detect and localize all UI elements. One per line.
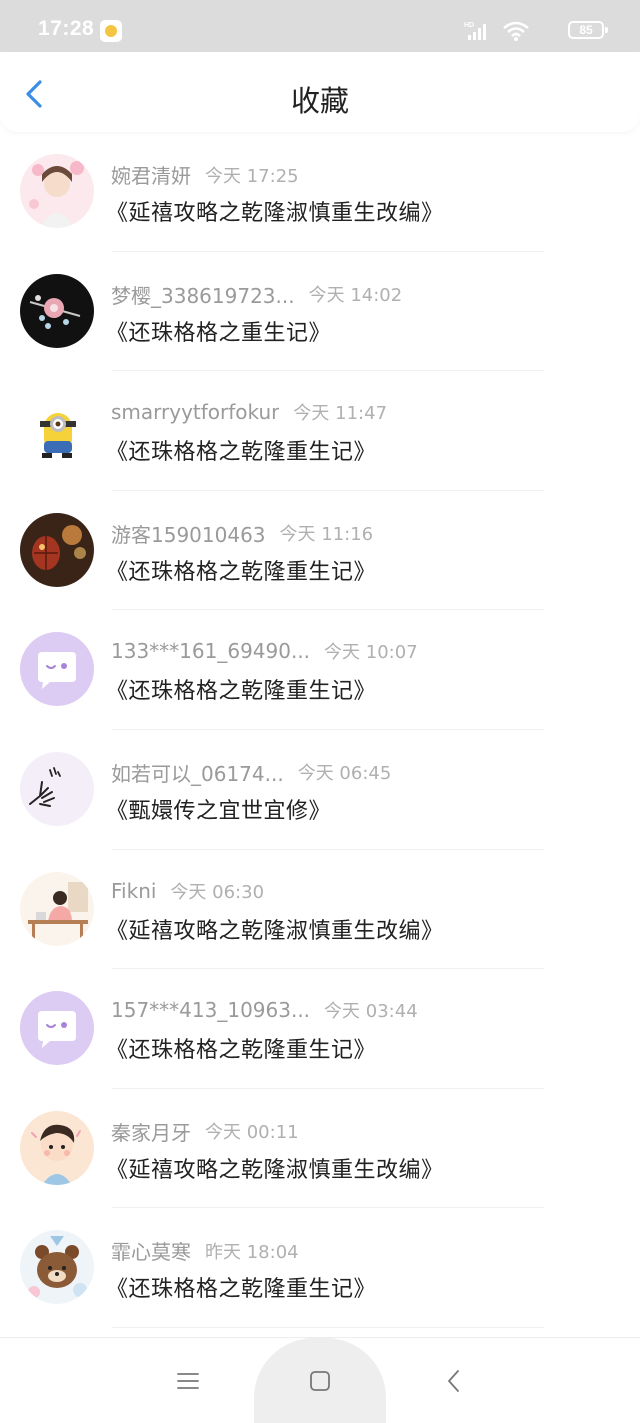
- header: 收藏: [0, 52, 640, 132]
- avatar[interactable]: [20, 991, 94, 1066]
- item-meta: 133***161_69490... 今天 10:07: [111, 638, 418, 666]
- book-title: 《延禧攻略之乾隆淑慎重生改编》: [106, 918, 444, 944]
- timestamp: 今天 00:11: [205, 1122, 299, 1144]
- list-item[interactable]: smarryytforfokur 今天 11:47 《还珠格格之乾隆重生记》: [0, 371, 640, 491]
- list-item[interactable]: 157***413_10963... 今天 03:44 《还珠格格之乾隆重生记》: [0, 969, 640, 1089]
- avatar[interactable]: [20, 1230, 94, 1305]
- home-icon: [310, 1371, 330, 1391]
- brown-bear-icon: [20, 1230, 94, 1305]
- username: 秦家月牙: [111, 1120, 191, 1145]
- status-time: 17:28: [38, 17, 95, 40]
- list-item[interactable]: Fikni 今天 06:30 《延禧攻略之乾隆淑慎重生改编》: [0, 850, 640, 970]
- item-meta: 游客159010463 今天 11:16: [111, 519, 373, 547]
- username: 游客159010463: [111, 522, 266, 547]
- timestamp: 今天 17:25: [205, 165, 299, 187]
- list-item[interactable]: 婉君清妍 今天 17:25 《延禧攻略之乾隆淑慎重生改编》: [0, 132, 640, 252]
- default-chat-icon: [20, 991, 94, 1066]
- item-meta: Fikni 今天 06:30: [111, 878, 264, 906]
- list-item[interactable]: 秦家月牙 今天 00:11 《延禧攻略之乾隆淑慎重生改编》: [0, 1089, 640, 1209]
- avatar[interactable]: [20, 871, 94, 946]
- wifi-icon: [503, 21, 529, 41]
- girl-illustration-icon: [20, 154, 94, 228]
- nav-back-button[interactable]: [441, 1368, 467, 1394]
- list-item[interactable]: 游客159010463 今天 11:16 《还珠格格之乾隆重生记》: [0, 491, 640, 611]
- book-title: 《还珠格格之重生记》: [106, 320, 332, 346]
- avatar[interactable]: [20, 632, 94, 707]
- avatar[interactable]: [20, 154, 94, 228]
- avatar[interactable]: [20, 273, 94, 348]
- default-chat-icon: [20, 632, 94, 707]
- menu-button[interactable]: [175, 1368, 201, 1394]
- book-title: 《还珠格格之乾隆重生记》: [106, 1277, 377, 1303]
- status-bar: 17:28 HD 85: [0, 0, 640, 52]
- book-title: 《甄嬛传之宜世宜修》: [106, 798, 332, 824]
- battery-indicator: 85: [568, 21, 608, 39]
- app-notification-icon: [100, 20, 122, 42]
- network-type-label: HD: [464, 22, 474, 29]
- page-title: 收藏: [290, 84, 349, 118]
- username: 霏心莫寒: [111, 1240, 191, 1265]
- timestamp: 昨天 18:04: [205, 1241, 299, 1263]
- favorites-list: 婉君清妍 今天 17:25 《延禧攻略之乾隆淑慎重生改编》 梦樱_33861972…: [0, 132, 640, 1328]
- avatar[interactable]: [20, 751, 94, 826]
- home-button[interactable]: [307, 1368, 333, 1394]
- timestamp: 今天 14:02: [308, 285, 403, 307]
- username: 婉君清妍: [111, 164, 191, 188]
- timestamp: 今天 11:47: [293, 403, 388, 425]
- back-icon: [448, 1370, 459, 1392]
- hand-sketch-icon: [20, 751, 94, 826]
- list-item[interactable]: 梦樱_338619723... 今天 14:02 《还珠格格之重生记》: [0, 252, 640, 372]
- lantern-icon: [20, 512, 94, 587]
- list-item[interactable]: 133***161_69490... 今天 10:07 《还珠格格之乾隆重生记》: [0, 610, 640, 730]
- item-meta: 霏心莫寒 昨天 18:04: [111, 1236, 299, 1264]
- desk-girl-icon: [20, 871, 94, 946]
- timestamp: 今天 03:44: [324, 1001, 418, 1023]
- item-meta: 如若可以_06174... 今天 06:45: [111, 758, 391, 786]
- timestamp: 今天 10:07: [324, 642, 418, 664]
- username: 如若可以_06174...: [111, 761, 284, 786]
- boy-cartoon-icon: [20, 1110, 94, 1185]
- book-title: 《延禧攻略之乾隆淑慎重生改编》: [106, 1157, 444, 1183]
- item-meta: 婉君清妍 今天 17:25: [111, 160, 299, 188]
- book-title: 《还珠格格之乾隆重生记》: [106, 679, 377, 705]
- username: smarryytforfokur: [111, 400, 280, 425]
- book-title: 《延禧攻略之乾隆淑慎重生改编》: [106, 201, 444, 226]
- hairpin-icon: [20, 273, 94, 348]
- book-title: 《还珠格格之乾隆重生记》: [106, 1038, 377, 1064]
- timestamp: 今天 06:45: [297, 763, 392, 785]
- username: Fikni: [111, 878, 157, 903]
- system-nav-bar: [0, 1337, 640, 1423]
- minion-icon: [20, 393, 94, 468]
- menu-icon: [177, 1373, 199, 1389]
- username: 梦樱_338619723...: [111, 283, 295, 308]
- avatar[interactable]: [20, 512, 94, 587]
- list-item[interactable]: 霏心莫寒 昨天 18:04 《还珠格格之乾隆重生记》: [0, 1208, 640, 1328]
- username: 133***161_69490...: [111, 639, 311, 664]
- item-meta: smarryytforfokur 今天 11:47: [111, 399, 387, 427]
- signal-icon: HD: [464, 22, 486, 40]
- item-meta: 梦樱_338619723... 今天 14:02: [111, 280, 402, 308]
- item-meta: 157***413_10963... 今天 03:44: [111, 997, 418, 1025]
- book-title: 《还珠格格之乾隆重生记》: [106, 559, 377, 585]
- username: 157***413_10963...: [111, 998, 311, 1023]
- timestamp: 今天 11:16: [279, 524, 374, 546]
- timestamp: 今天 06:30: [170, 881, 265, 903]
- item-meta: 秦家月牙 今天 00:11: [111, 1117, 299, 1145]
- avatar[interactable]: [20, 1110, 94, 1185]
- book-title: 《还珠格格之乾隆重生记》: [106, 440, 377, 466]
- list-item[interactable]: 如若可以_06174... 今天 06:45 《甄嬛传之宜世宜修》: [0, 730, 640, 850]
- avatar[interactable]: [20, 393, 94, 468]
